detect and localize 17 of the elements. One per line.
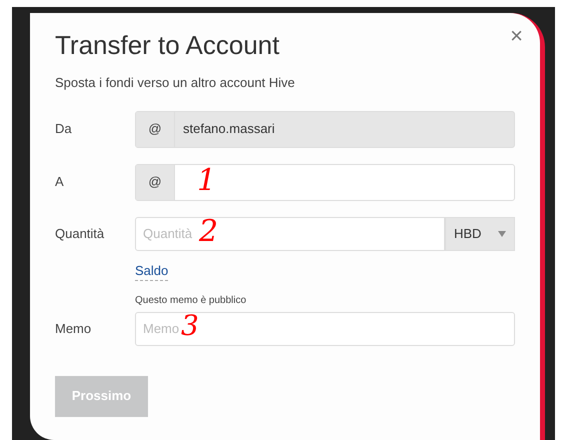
memo-hint: Questo memo è pubblico — [135, 294, 248, 308]
handwritten-annotation: 2 — [199, 216, 218, 246]
caret-icon — [498, 230, 506, 236]
balance-link[interactable]: Saldo — [135, 260, 168, 281]
handwritten-annotation: 3 — [181, 312, 199, 340]
at-prefix: @ — [136, 164, 175, 200]
field-label: Quantità — [55, 224, 106, 243]
field-label: Memo — [55, 320, 92, 338]
account-field: @ stefano.massari — [135, 110, 515, 148]
at-prefix: @ — [136, 112, 175, 146]
dialog-title: Transfer to Account — [55, 29, 280, 61]
field-label: Da — [55, 120, 73, 138]
dialog-subtitle: Sposta i fondi verso un altro account Hive — [55, 74, 296, 92]
close-button[interactable]: × — [510, 25, 523, 47]
field-label: A — [55, 173, 65, 192]
currency-select[interactable]: HBD — [445, 216, 515, 250]
handwritten-annotation: 1 — [197, 166, 216, 196]
